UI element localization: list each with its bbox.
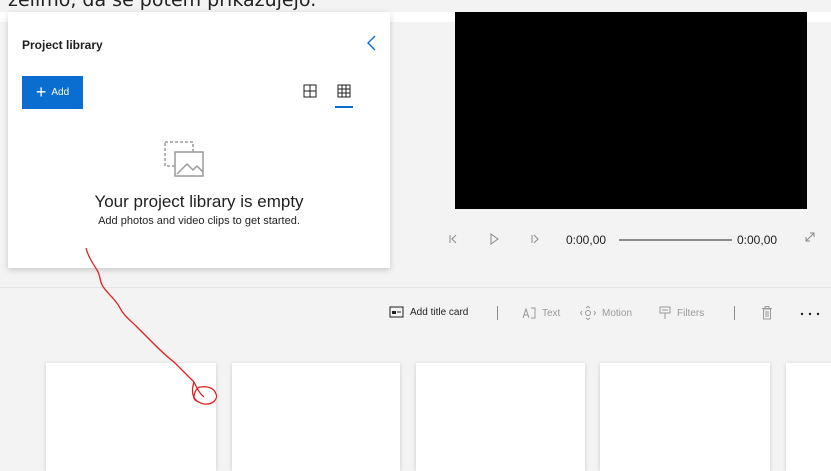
active-view-indicator [335,106,353,108]
toolbar-separator [497,306,498,320]
filters-label: Filters [677,307,705,319]
storyboard-slot[interactable] [416,363,585,471]
text-button[interactable]: Text [522,306,560,320]
storyboard-slot[interactable] [786,363,831,471]
project-library-panel: Project library + Add Your project libra… [8,12,390,268]
add-title-card-label: Add title card [410,306,469,318]
photos-placeholder-icon [164,141,204,177]
video-preview[interactable] [455,12,807,209]
small-grid-icon[interactable] [336,83,352,99]
title-card-icon [389,306,404,318]
collapse-chevron-icon[interactable] [364,34,380,52]
trash-icon[interactable] [761,306,773,320]
text-label: Text [542,307,561,319]
add-button-label: Add [51,87,70,98]
fullscreen-icon[interactable] [803,230,817,244]
plus-icon: + [35,81,47,102]
motion-button[interactable]: Motion [580,306,632,320]
storyboard-slot[interactable] [600,363,770,471]
timeline-scrubber[interactable] [619,239,732,241]
more-icon[interactable] [800,312,820,316]
text-icon [522,307,536,319]
play-icon[interactable] [487,232,501,246]
section-divider [0,287,831,288]
storyboard-slot[interactable] [46,363,216,471]
empty-library-title: Your project library is empty [94,192,304,211]
step-forward-icon[interactable] [528,232,542,246]
storyboard-slot[interactable] [232,363,400,471]
step-back-icon[interactable] [446,232,460,246]
library-title: Project library [22,38,103,52]
filters-icon [659,306,671,319]
motion-icon [580,306,596,320]
motion-label: Motion [602,307,633,319]
document-caption: želimo, da se potem prikazujejo. [8,0,317,11]
filters-button[interactable]: Filters [659,306,704,320]
current-time: 0:00,00 [566,233,607,247]
add-title-card-button[interactable]: Add title card [389,306,468,318]
toolbar-separator [734,306,735,320]
add-button[interactable]: + Add [22,76,83,109]
total-time: 0:00,00 [737,233,778,247]
large-grid-icon[interactable] [302,83,318,99]
empty-library-subtitle: Add photos and video clips to get starte… [98,215,300,227]
